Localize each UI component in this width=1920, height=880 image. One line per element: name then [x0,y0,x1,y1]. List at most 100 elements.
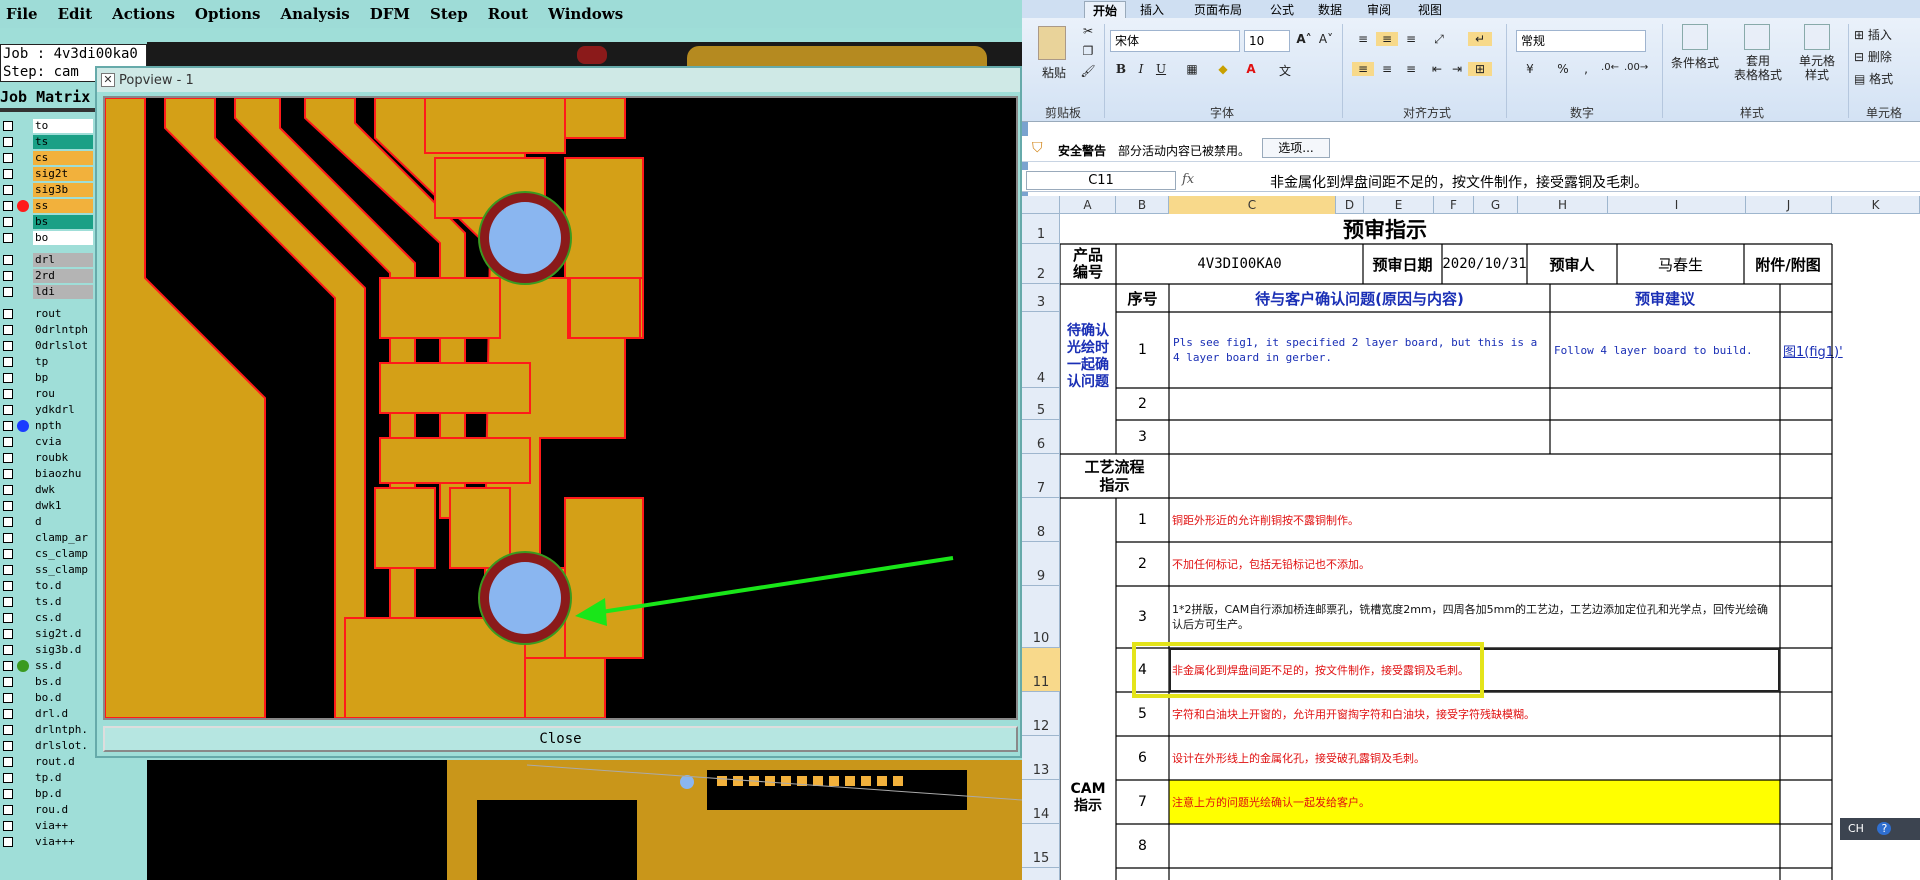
layer-row[interactable]: via+++ [0,834,95,850]
column-header[interactable]: H [1518,196,1608,214]
close-icon[interactable]: ✕ [101,73,115,87]
layer-checkbox[interactable] [3,437,13,447]
insert-cells-button[interactable]: ⊞ 插入 [1854,26,1914,43]
layer-checkbox[interactable] [3,501,13,511]
layer-name[interactable]: rout [33,307,93,321]
layer-row[interactable]: bp [0,370,95,386]
layer-checkbox[interactable] [3,341,13,351]
column-header[interactable]: B [1116,196,1169,214]
layer-checkbox[interactable] [3,255,13,265]
layer-checkbox[interactable] [3,725,13,735]
layer-checkbox[interactable] [3,373,13,383]
layer-checkbox[interactable] [3,517,13,527]
layer-row[interactable]: rout.d [0,754,95,770]
table-format-button[interactable]: 套用 表格格式 [1728,54,1788,82]
merge-center-icon[interactable]: ⊞ [1468,62,1492,76]
layer-name[interactable]: via++ [33,819,93,833]
layer-name[interactable]: sig2t.d [33,627,93,641]
wrap-text-icon[interactable]: ↵ [1468,32,1492,46]
layer-name[interactable]: ts [33,135,93,149]
layer-checkbox[interactable] [3,121,13,131]
layer-name[interactable]: bs [33,215,93,229]
menu-step[interactable]: Step [430,5,468,23]
layer-name[interactable]: 2rd [33,269,93,283]
layer-checkbox[interactable] [3,137,13,147]
cut-icon[interactable]: ✂ [1080,24,1096,38]
decrease-decimal-icon[interactable]: .00→ [1624,62,1648,73]
layer-row[interactable]: 0drlntph [0,322,95,338]
layer-checkbox[interactable] [3,837,13,847]
layer-name[interactable]: ss.d [33,659,93,673]
column-header[interactable]: A [1060,196,1116,214]
tab-data[interactable]: 数据 [1318,1,1342,18]
layer-row[interactable]: bp.d [0,786,95,802]
layer-name[interactable]: cs.d [33,611,93,625]
layer-name[interactable]: rout.d [33,755,93,769]
layer-row[interactable]: sig3b [0,182,95,198]
layer-row[interactable]: bs.d [0,674,95,690]
layer-checkbox[interactable] [3,453,13,463]
layer-name[interactable]: sig3b.d [33,643,93,657]
layer-checkbox[interactable] [3,821,13,831]
underline-icon[interactable]: U [1152,62,1170,76]
increase-decimal-icon[interactable]: .0← [1598,62,1622,73]
pcb-view[interactable] [103,96,1018,720]
layer-row[interactable]: bo [0,230,95,246]
layer-row[interactable]: ss_clamp [0,562,95,578]
layer-name[interactable]: drl.d [33,707,93,721]
layer-row[interactable]: drlntph. [0,722,95,738]
row-header[interactable]: 4 [1022,312,1060,388]
tab-review[interactable]: 审阅 [1367,1,1391,18]
layer-checkbox[interactable] [3,629,13,639]
layer-checkbox[interactable] [3,271,13,281]
row-header[interactable]: 10 [1022,586,1060,648]
layer-checkbox[interactable] [3,581,13,591]
layer-row[interactable]: cvia [0,434,95,450]
menu-options[interactable]: Options [195,5,261,23]
layer-checkbox[interactable] [3,549,13,559]
layer-row[interactable]: bs [0,214,95,230]
layer-name[interactable]: cs_clamp [33,547,93,561]
layer-checkbox[interactable] [3,185,13,195]
bold-icon[interactable]: B [1112,62,1130,76]
layer-name[interactable]: rou [33,387,93,401]
row-header[interactable]: 2 [1022,244,1060,284]
fill-color-icon[interactable]: ◆ [1212,62,1234,76]
layer-name[interactable]: sig3b [33,183,93,197]
layer-checkbox[interactable] [3,741,13,751]
layer-row[interactable]: drlslot. [0,738,95,754]
layer-name[interactable]: drlntph. [33,723,93,737]
fx-icon[interactable]: fx [1182,172,1212,190]
row-header[interactable]: 15 [1022,824,1060,868]
menu-analysis[interactable]: Analysis [280,5,349,23]
layer-name[interactable]: d [33,515,93,529]
help-icon[interactable]: ? [1877,822,1892,835]
layer-checkbox[interactable] [3,169,13,179]
layer-row[interactable]: ldi [0,284,95,300]
layer-name[interactable]: sig2t [33,167,93,181]
layer-name[interactable]: drlslot. [33,739,93,753]
layer-row[interactable]: drl.d [0,706,95,722]
align-left-icon[interactable]: ≡ [1352,62,1374,76]
column-header[interactable]: J [1746,196,1832,214]
row-header[interactable]: 12 [1022,692,1060,736]
worksheet[interactable]: 预审指示 产品 编号 4V3DI00KA0 预审日期 2020/10/31 预审… [1060,214,1920,880]
phonetic-icon[interactable]: 文 [1272,62,1298,79]
layer-name[interactable]: bo.d [33,691,93,705]
select-all[interactable] [1022,196,1060,214]
layer-checkbox[interactable] [3,709,13,719]
column-header[interactable]: K [1832,196,1920,214]
layer-row[interactable]: rou [0,386,95,402]
layer-checkbox[interactable] [3,217,13,227]
layer-row[interactable]: sig2t [0,166,95,182]
layer-name[interactable]: dwk [33,483,93,497]
layer-checkbox[interactable] [3,421,13,431]
layer-name[interactable]: bp.d [33,787,93,801]
close-button[interactable]: Close [103,726,1018,752]
layer-name[interactable]: ydkdrl [33,403,93,417]
layer-checkbox[interactable] [3,805,13,815]
cell-style-button[interactable]: 单元格 样式 [1792,54,1842,82]
comma-icon[interactable]: , [1578,62,1594,76]
percent-icon[interactable]: % [1552,62,1574,76]
column-header[interactable]: I [1608,196,1746,214]
